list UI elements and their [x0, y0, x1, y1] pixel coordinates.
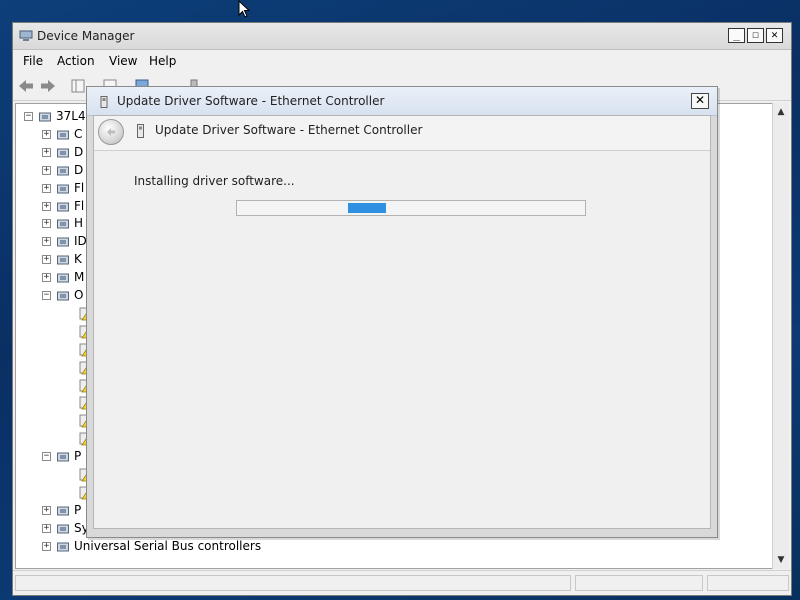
disk-drive-icon — [57, 148, 69, 158]
scroll-down-button[interactable]: ▼ — [773, 552, 789, 568]
menu-action[interactable]: Action — [57, 54, 95, 68]
expand-icon[interactable]: + — [42, 165, 51, 175]
expand-icon[interactable]: + — [42, 523, 51, 533]
progress-bar-highlight — [348, 203, 386, 213]
status-pane-main — [15, 575, 571, 591]
dialog-header: Update Driver Software - Ethernet Contro… — [94, 116, 710, 151]
status-pane-tertiary — [707, 575, 789, 591]
menu-bar: File Action View Help — [13, 50, 791, 72]
network-adapter-icon — [137, 124, 144, 138]
tree-category-item[interactable]: + Universal Serial Bus controllers — [16, 538, 756, 556]
update-driver-dialog: Update Driver Software - Ethernet Contro… — [86, 86, 718, 538]
installing-status-text: Installing driver software... — [134, 174, 295, 188]
scroll-up-button[interactable]: ▲ — [773, 104, 789, 120]
tree-item-label: C — [74, 126, 83, 141]
expand-icon[interactable]: + — [42, 273, 51, 283]
dialog-titlebar[interactable]: Update Driver Software - Ethernet Contro… — [87, 87, 717, 116]
expand-icon[interactable]: + — [42, 505, 51, 515]
tree-item-label: P — [74, 502, 82, 517]
minimize-button[interactable]: _ — [728, 28, 745, 43]
tree-item-label: K — [74, 252, 82, 267]
device-manager-title: Device Manager — [37, 29, 135, 43]
mouse-icon — [57, 273, 69, 283]
mouse-cursor-icon — [238, 0, 250, 18]
tree-item-label: D — [74, 144, 84, 159]
back-arrow-icon[interactable] — [17, 77, 35, 95]
display-adapter-icon — [57, 166, 69, 176]
expand-icon[interactable]: + — [42, 201, 51, 211]
tree-item-label: D — [74, 162, 84, 177]
tree-item-label: O — [74, 288, 84, 302]
tree-item-label: Fl — [74, 180, 85, 195]
tree-item-label: Fl — [74, 198, 85, 213]
menu-file[interactable]: File — [23, 54, 43, 68]
computer-icon — [39, 112, 51, 122]
back-arrow-icon — [107, 128, 115, 136]
tree-scrollbar[interactable]: ▲ ▼ — [772, 103, 789, 569]
expand-icon[interactable]: + — [42, 237, 51, 247]
expand-icon[interactable]: + — [42, 129, 51, 139]
tree-item-label: M — [74, 270, 85, 285]
tree-item-label: ID — [74, 234, 87, 249]
ide-controller-icon — [57, 237, 69, 247]
install-progress-bar — [236, 200, 586, 216]
device-manager-icon — [19, 30, 33, 41]
dialog-title: Update Driver Software - Ethernet Contro… — [117, 94, 385, 108]
status-pane-secondary — [575, 575, 703, 591]
expand-icon[interactable]: + — [42, 147, 51, 157]
status-bar — [13, 570, 791, 595]
system-devices-icon — [57, 524, 69, 534]
tree-item-label: Universal Serial Bus controllers — [74, 538, 262, 553]
show-hide-console-tree-icon[interactable] — [69, 77, 87, 95]
expand-icon[interactable]: + — [42, 255, 51, 265]
floppy-drive-icon — [57, 184, 69, 194]
close-button[interactable]: ✕ — [766, 28, 783, 43]
expand-icon[interactable]: + — [42, 541, 51, 551]
dialog-close-button[interactable]: ✕ — [691, 93, 709, 109]
collapse-icon[interactable]: − — [42, 291, 51, 300]
other-devices-icon — [57, 291, 69, 301]
dialog-body: Update Driver Software - Ethernet Contro… — [93, 115, 711, 529]
forward-arrow-icon[interactable] — [39, 77, 57, 95]
keyboard-icon — [57, 255, 69, 265]
expand-icon[interactable]: + — [42, 183, 51, 193]
network-adapter-icon — [100, 96, 108, 108]
menu-help[interactable]: Help — [149, 54, 176, 68]
wizard-back-button[interactable] — [98, 119, 124, 145]
tree-item-label: H — [74, 216, 84, 231]
collapse-icon[interactable]: − — [24, 112, 33, 121]
dialog-header-title: Update Driver Software - Ethernet Contro… — [155, 123, 423, 137]
processor-icon — [57, 506, 69, 516]
computer-category-icon — [57, 130, 69, 140]
collapse-icon[interactable]: − — [42, 452, 51, 462]
expand-icon[interactable]: + — [42, 219, 51, 229]
maximize-button[interactable]: ☐ — [747, 28, 764, 43]
hid-icon — [57, 219, 69, 229]
ports-icon — [57, 452, 69, 462]
usb-icon — [57, 542, 69, 552]
floppy-controller-icon — [57, 202, 69, 211]
menu-view[interactable]: View — [109, 54, 137, 68]
device-manager-titlebar[interactable]: Device Manager _ ☐ ✕ — [13, 23, 791, 50]
tree-item-label: P — [74, 449, 82, 464]
